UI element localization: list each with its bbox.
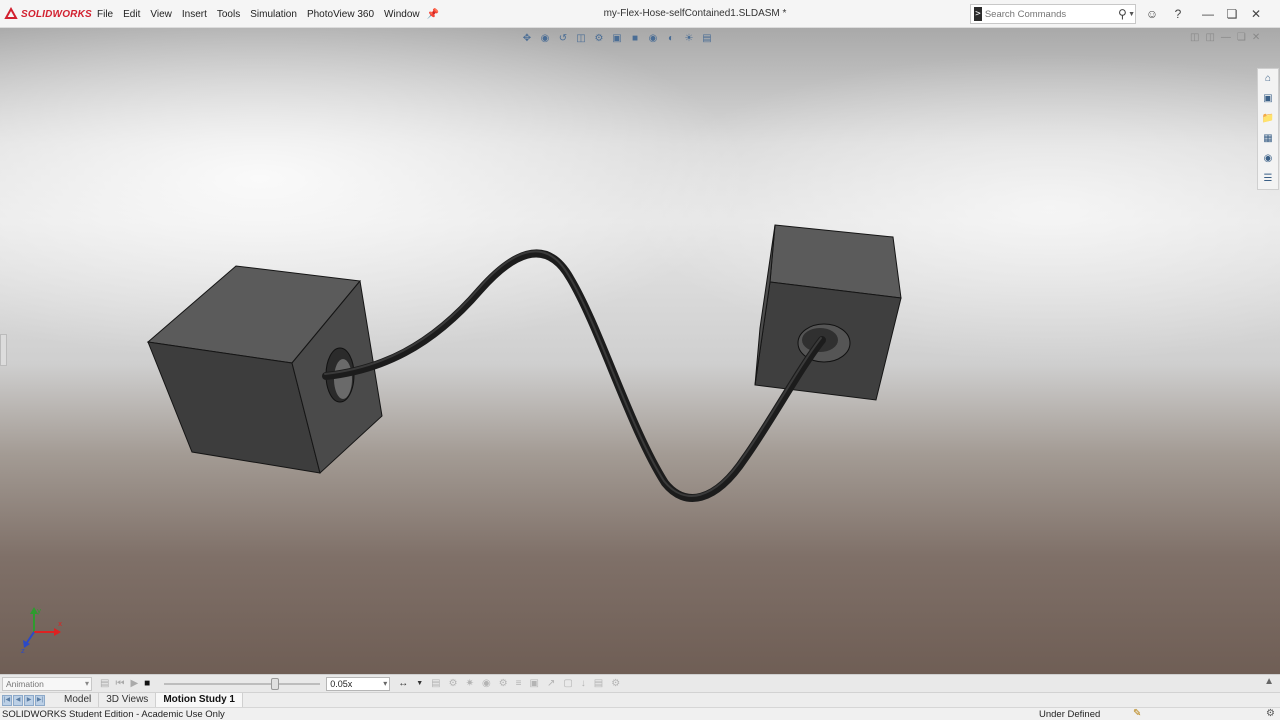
title-bar: SOLIDWORKS File Edit View Insert Tools S… [0,0,1280,28]
tab-3d-views[interactable]: 3D Views [99,692,157,708]
document-title: my-Flex-Hose-selfContained1.SLDASM * [603,8,787,19]
right-block[interactable] [754,224,902,401]
playback-mode-icon[interactable]: ↔ [398,678,408,689]
results-plots-icon[interactable]: ▤ [594,678,603,689]
tab-scroll-buttons: |◀ ◀ ▶ ▶| [2,694,45,706]
motion-manager-toolbar: Animation ▤ ⏮ ▶ ■ 0.05x ↔ ▼ ▤ ⚙ ✷ ◉ ⚙ ≡ … [0,674,1280,692]
pin-icon[interactable]: 📌 [427,9,439,20]
gravity-icon[interactable]: ↓ [581,678,586,689]
playback-slider[interactable] [164,677,321,691]
chevron-down-icon[interactable]: ▼ [1128,11,1135,18]
flex-hose[interactable] [322,249,826,502]
brand-name: SOLIDWORKS [21,8,92,20]
user-account-icon[interactable]: ☺ [1142,4,1162,24]
play-from-start-icon[interactable]: ⏮ [115,678,124,689]
add-key-icon[interactable]: ◉ [482,678,491,689]
study-type-select[interactable]: Animation [2,676,92,691]
menu-bar: File Edit View Insert Tools Simulation P… [92,0,439,28]
ds-logo-icon [4,6,18,21]
menu-file[interactable]: File [92,9,118,20]
graphics-area[interactable]: ✥ ◉ ↺ ◫ ⚙ ▣ ■ ◉ ◐ ☀ ▤ ◫ ◫ — ❏ ✕ ⌂ ▣ 📁 ▦ … [0,28,1280,674]
triad-y-label: y [37,607,41,615]
command-prompt-icon: > [974,7,982,21]
prev-tab-icon[interactable]: ◀ [13,694,23,706]
damper-icon[interactable]: ▣ [530,678,539,689]
animation-wizard-icon[interactable]: ⚙ [449,678,458,689]
search-input[interactable] [984,8,1117,20]
app-logo[interactable]: SOLIDWORKS [4,6,92,22]
menu-tools[interactable]: Tools [212,9,245,20]
stop-icon[interactable]: ■ [144,678,150,689]
menu-simulation[interactable]: Simulation [245,9,302,20]
triad-z-axis [25,631,35,645]
rebuild-icon[interactable]: ✎ [1133,708,1141,719]
play-icon[interactable]: ▶ [130,678,138,689]
force-icon[interactable]: ↗ [547,678,555,689]
menu-edit[interactable]: Edit [118,9,145,20]
menu-window[interactable]: Window [379,9,425,20]
playback-slider-track [164,682,321,685]
edition-text: SOLIDWORKS Student Edition - Academic Us… [2,709,225,720]
close-button[interactable]: ✕ [1246,4,1266,24]
left-block-hole-inner [334,359,352,399]
playback-speed-select[interactable]: 0.05x [326,676,391,691]
menu-photoview[interactable]: PhotoView 360 [302,9,379,20]
menu-view[interactable]: View [145,9,177,20]
motor-icon[interactable]: ⚙ [499,678,508,689]
restore-button[interactable]: ❏ [1222,4,1242,24]
motion-tools: ↔ ▼ ▤ ⚙ ✷ ◉ ⚙ ≡ ▣ ↗ ▢ ↓ ▤ ⚙ [398,678,620,689]
motion-study-properties-icon[interactable]: ⚙ [611,678,620,689]
triad-x-arrow [54,628,61,636]
assembly-scene [146,224,902,502]
tab-motion-study-1[interactable]: Motion Study 1 [156,692,243,708]
status-bar: SOLIDWORKS Student Edition - Academic Us… [0,707,1280,720]
triad-x-label: x [58,620,62,628]
playback-slider-thumb[interactable] [270,677,279,690]
save-animation-icon[interactable]: ▤ [431,678,440,689]
playback-controls: ▤ ⏮ ▶ ■ [100,678,150,689]
title-actions: ☺ ? — ❏ ✕ [1142,4,1266,24]
minimize-button[interactable]: — [1198,4,1218,24]
calculate-icon[interactable]: ▤ [100,678,109,689]
autokey-icon[interactable]: ✷ [466,678,474,689]
playback-mode-dropdown-icon[interactable]: ▼ [416,680,423,687]
first-tab-icon[interactable]: |◀ [2,694,12,706]
reference-triad: x y z [21,607,62,654]
collapse-motion-manager-icon[interactable]: ▲ [1264,676,1274,687]
contact-icon[interactable]: ▢ [563,678,572,689]
help-icon[interactable]: ? [1168,4,1188,24]
customize-icon[interactable]: ⚙ [1266,708,1275,719]
tab-model[interactable]: Model [57,692,100,708]
search-icon[interactable]: ⚲ [1117,7,1128,21]
next-tab-icon[interactable]: ▶ [24,694,34,706]
menu-insert[interactable]: Insert [177,9,212,20]
definition-status: Under Defined [1039,709,1101,720]
last-tab-icon[interactable]: ▶| [35,694,45,706]
triad-z-label: z [21,647,25,654]
model-tabs-bar: |◀ ◀ ▶ ▶| Model 3D Views Motion Study 1 [0,692,1280,708]
search-commands-box[interactable]: > ⚲ ▼ [970,4,1136,24]
spring-icon[interactable]: ≡ [516,678,522,689]
